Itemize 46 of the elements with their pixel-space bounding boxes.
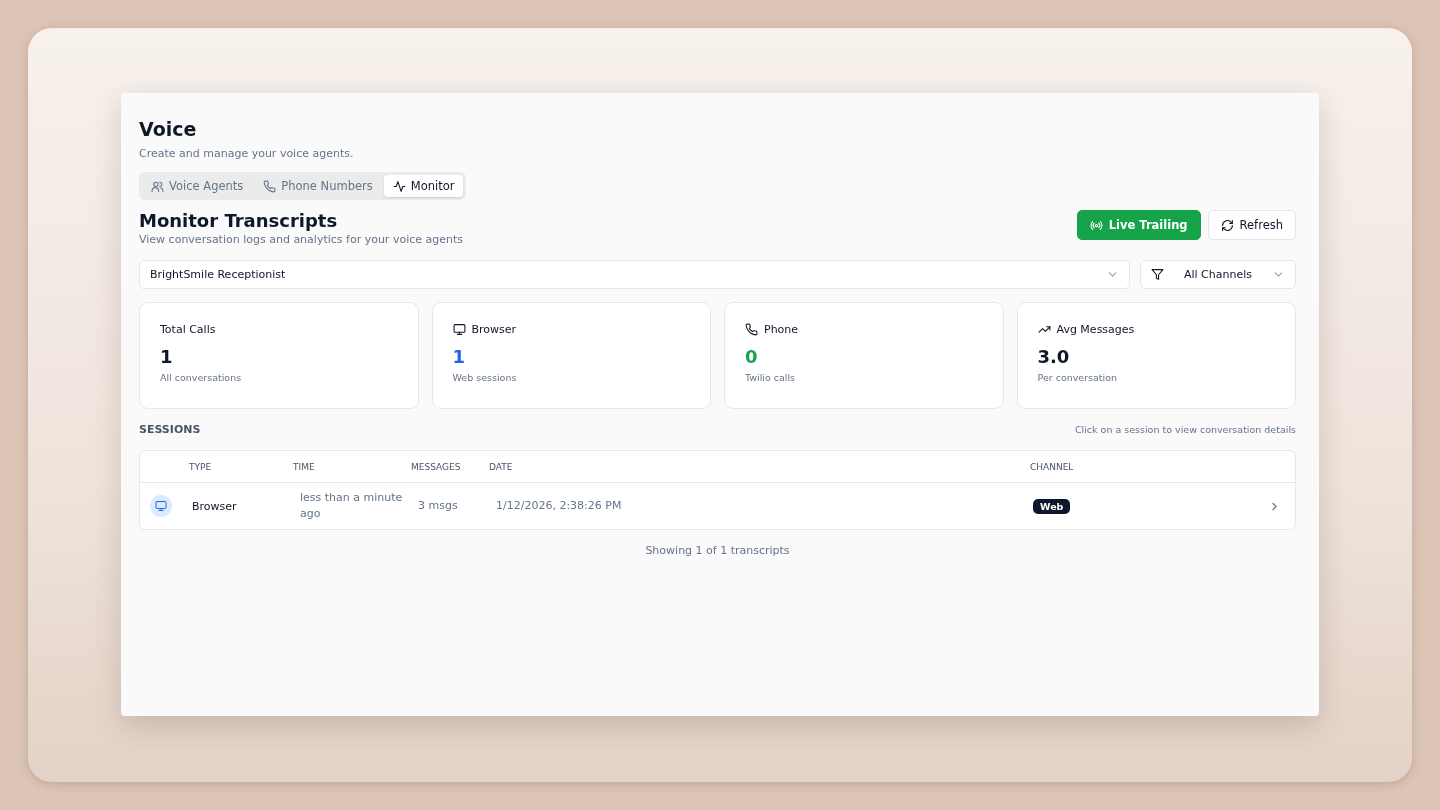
phone-icon	[745, 323, 758, 336]
refresh-button[interactable]: Refresh	[1207, 210, 1296, 240]
monitor-icon	[452, 323, 466, 336]
section-subtitle: View conversation logs and analytics for your voice agents	[139, 233, 463, 246]
filter-icon	[1151, 268, 1164, 281]
column-header: MESSAGES	[411, 461, 462, 472]
tab[interactable]: Phone Numbers	[254, 175, 382, 197]
agent-dropdown[interactable]: BrightSmile Receptionist	[139, 260, 1130, 289]
table-cell-text: less than a minute ago	[299, 490, 404, 522]
table-cell-text: Browser	[191, 499, 238, 513]
stat-note: Per conversation	[1037, 372, 1119, 383]
channel-tag: Web	[1033, 498, 1071, 514]
stat-label: Total Calls	[160, 323, 216, 336]
people-icon	[151, 179, 164, 193]
stat-value: 1	[452, 346, 467, 367]
section-title: Monitor Transcripts	[139, 210, 339, 231]
phone-icon	[263, 179, 277, 193]
stat-note: Web sessions	[452, 372, 518, 383]
trend-up-icon	[1037, 323, 1051, 336]
footer-text: Showing 1 of 1 transcripts	[644, 544, 791, 557]
column-header: TIME	[293, 461, 316, 472]
pulse-icon	[392, 179, 406, 193]
column-header: CHANNEL	[1030, 461, 1075, 472]
table-cell-text: 1/12/2026, 2:38:26 PM	[495, 498, 623, 514]
refresh-icon	[1220, 218, 1234, 232]
hint-text: Click on a session to view conversation details	[1074, 424, 1296, 435]
table-cell-text: 3 msgs	[417, 498, 459, 514]
stat-note: Twilio calls	[745, 372, 797, 383]
stat-label: Avg Messages	[1056, 323, 1135, 336]
stat-note: All conversations	[160, 372, 243, 383]
column-header: TYPE	[189, 461, 213, 472]
session-row[interactable]: Browser less than a minute ago 3 msgs 1/12/2026, 2:38:26 PM Web	[140, 483, 1295, 529]
tab[interactable]: Voice Agents	[142, 175, 253, 197]
page-title: Voice	[139, 117, 198, 141]
column-header: DATE	[489, 461, 514, 472]
stat-value: 1	[160, 346, 174, 367]
page-subtitle: Create and manage your voice agents.	[139, 147, 355, 160]
broadcast-icon	[1089, 218, 1103, 232]
section-heading: SESSIONS	[139, 423, 201, 436]
stat-label: Browser	[471, 323, 517, 336]
stat-value: 3.0	[1037, 346, 1071, 367]
tab[interactable]: Monitor	[383, 175, 464, 197]
stat-label: Phone	[764, 323, 799, 336]
stat-value: 0	[745, 346, 759, 367]
monitor-icon	[155, 500, 167, 512]
channel-dropdown[interactable]: All Channels	[1140, 260, 1296, 289]
